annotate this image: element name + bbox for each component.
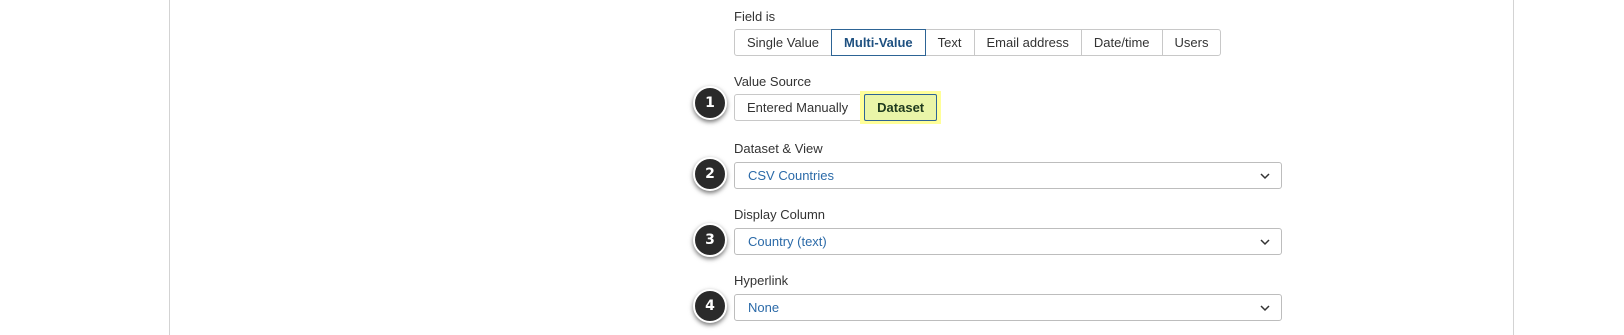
display-column-select[interactable]: Country (text) — [734, 228, 1282, 255]
date-time-option[interactable]: Date/time — [1080, 29, 1163, 56]
hyperlink-select[interactable]: None — [734, 294, 1282, 321]
step-badge-4: 4 — [693, 289, 727, 323]
chevron-down-icon — [1260, 305, 1270, 312]
step-badge-3: 3 — [693, 223, 727, 257]
text-option[interactable]: Text — [924, 29, 975, 56]
entered-manually-option[interactable]: Entered Manually — [734, 94, 862, 121]
multi-value-option[interactable]: Multi-Value — [831, 29, 926, 56]
step-badge-2: 2 — [693, 157, 727, 191]
dataset-option[interactable]: Dataset — [864, 94, 938, 121]
display-column-label: Display Column — [734, 207, 826, 222]
display-column-value: Country (text) — [748, 234, 827, 249]
chevron-down-icon — [1260, 239, 1270, 246]
chevron-down-icon — [1260, 173, 1270, 180]
dataset-view-label: Dataset & View — [734, 141, 823, 156]
left-panel-border — [169, 0, 170, 335]
right-panel-border — [1513, 0, 1514, 335]
dataset-view-value: CSV Countries — [748, 168, 834, 183]
field-is-label: Field is — [734, 9, 776, 24]
hyperlink-label: Hyperlink — [734, 273, 789, 288]
value-source-segmented-control: Entered Manually Dataset — [734, 91, 942, 124]
dataset-view-select[interactable]: CSV Countries — [734, 162, 1282, 189]
email-address-option[interactable]: Email address — [973, 29, 1082, 56]
field-is-segmented-control: Single Value Multi-Value Text Email addr… — [734, 29, 1222, 56]
step-badge-1: 1 — [693, 86, 727, 120]
single-value-option[interactable]: Single Value — [734, 29, 833, 56]
value-source-label: Value Source — [734, 74, 812, 89]
users-option[interactable]: Users — [1161, 29, 1222, 56]
hyperlink-value: None — [748, 300, 780, 315]
dataset-highlight: Dataset — [860, 91, 942, 124]
